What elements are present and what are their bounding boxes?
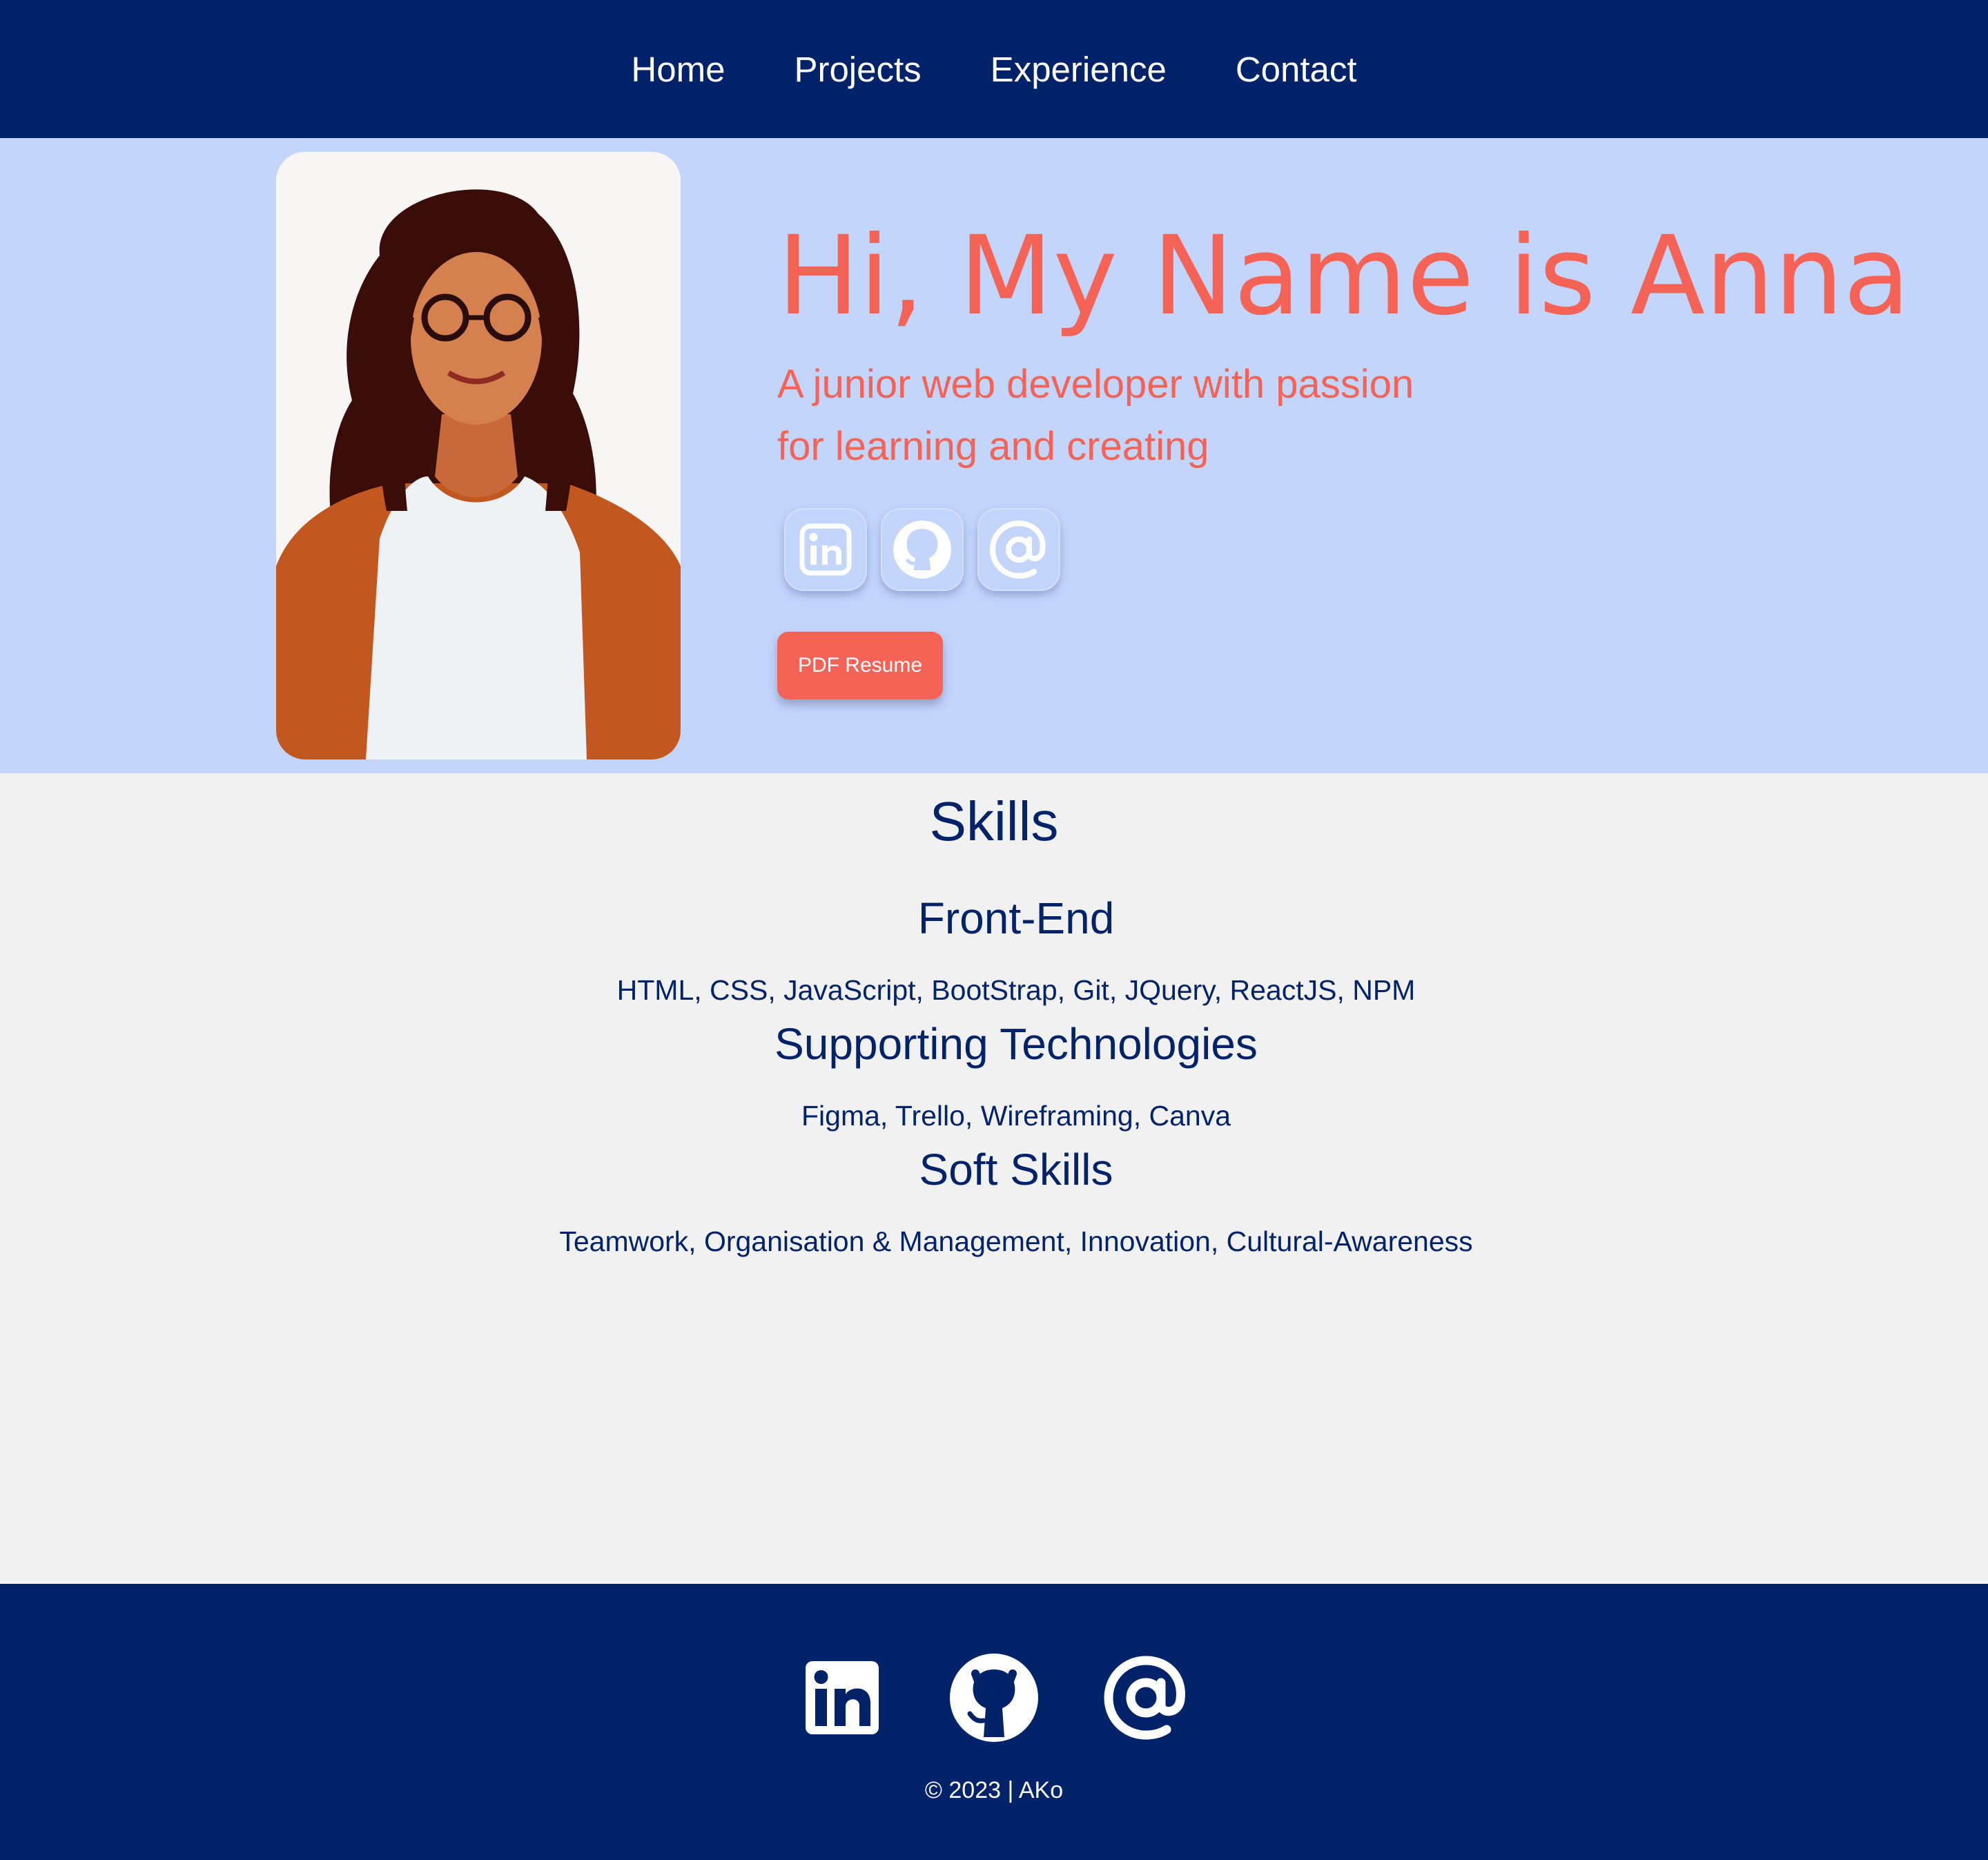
hero-subtitle-line-1: A junior web developer with passion xyxy=(777,362,1414,407)
footer-linkedin-link[interactable] xyxy=(797,1653,887,1743)
hero-github-button[interactable] xyxy=(881,508,964,591)
footer-social-links xyxy=(0,1653,1988,1743)
pdf-resume-button[interactable]: PDF Resume xyxy=(777,632,943,699)
hero-linkedin-button[interactable] xyxy=(784,508,867,591)
footer-email-link[interactable] xyxy=(1101,1653,1191,1743)
hero-section: Hi, My Name is Anna A junior web develop… xyxy=(0,138,1988,773)
skill-category-title: Front-End xyxy=(917,893,1115,943)
hero-social-links xyxy=(784,508,1060,591)
hero-subtitle-line-2: for learning and creating xyxy=(777,424,1209,469)
hero-email-button[interactable] xyxy=(977,508,1060,591)
profile-photo-illustration xyxy=(276,152,681,759)
linkedin-icon xyxy=(806,1661,879,1734)
footer: © 2023 | AKo xyxy=(0,1584,1988,1860)
nav-home-link[interactable]: Home xyxy=(631,52,725,87)
at-sign-icon xyxy=(989,520,1046,579)
nav-projects-link[interactable]: Projects xyxy=(794,52,921,87)
skills-section: Skills Front-End HTML, CSS, JavaScript, … xyxy=(0,773,1988,1584)
linkedin-icon xyxy=(799,523,852,576)
skill-category-title: Soft Skills xyxy=(919,1145,1113,1194)
nav-experience-link[interactable]: Experience xyxy=(991,52,1167,87)
skill-category-items: Figma, Trello, Wireframing, Canva xyxy=(801,1100,1231,1132)
nav-contact-link[interactable]: Contact xyxy=(1236,52,1357,87)
skill-category-items: HTML, CSS, JavaScript, BootStrap, Git, J… xyxy=(616,974,1416,1006)
at-sign-icon xyxy=(1104,1656,1185,1740)
hero-subtitle: A junior web developer with passion for … xyxy=(777,353,1468,478)
profile-photo xyxy=(276,152,681,759)
top-nav: Home Projects Experience Contact xyxy=(0,0,1988,138)
copyright-text: © 2023 | AKo xyxy=(924,1777,1064,1803)
footer-github-link[interactable] xyxy=(949,1653,1039,1743)
skills-title: Skills xyxy=(929,791,1059,852)
github-icon xyxy=(950,1654,1038,1742)
skill-category-items: Teamwork, Organisation & Management, Inn… xyxy=(559,1226,1473,1257)
hero-title: Hi, My Name is Anna xyxy=(777,213,1911,340)
skill-category-title: Supporting Technologies xyxy=(774,1019,1258,1069)
github-icon xyxy=(893,521,951,579)
